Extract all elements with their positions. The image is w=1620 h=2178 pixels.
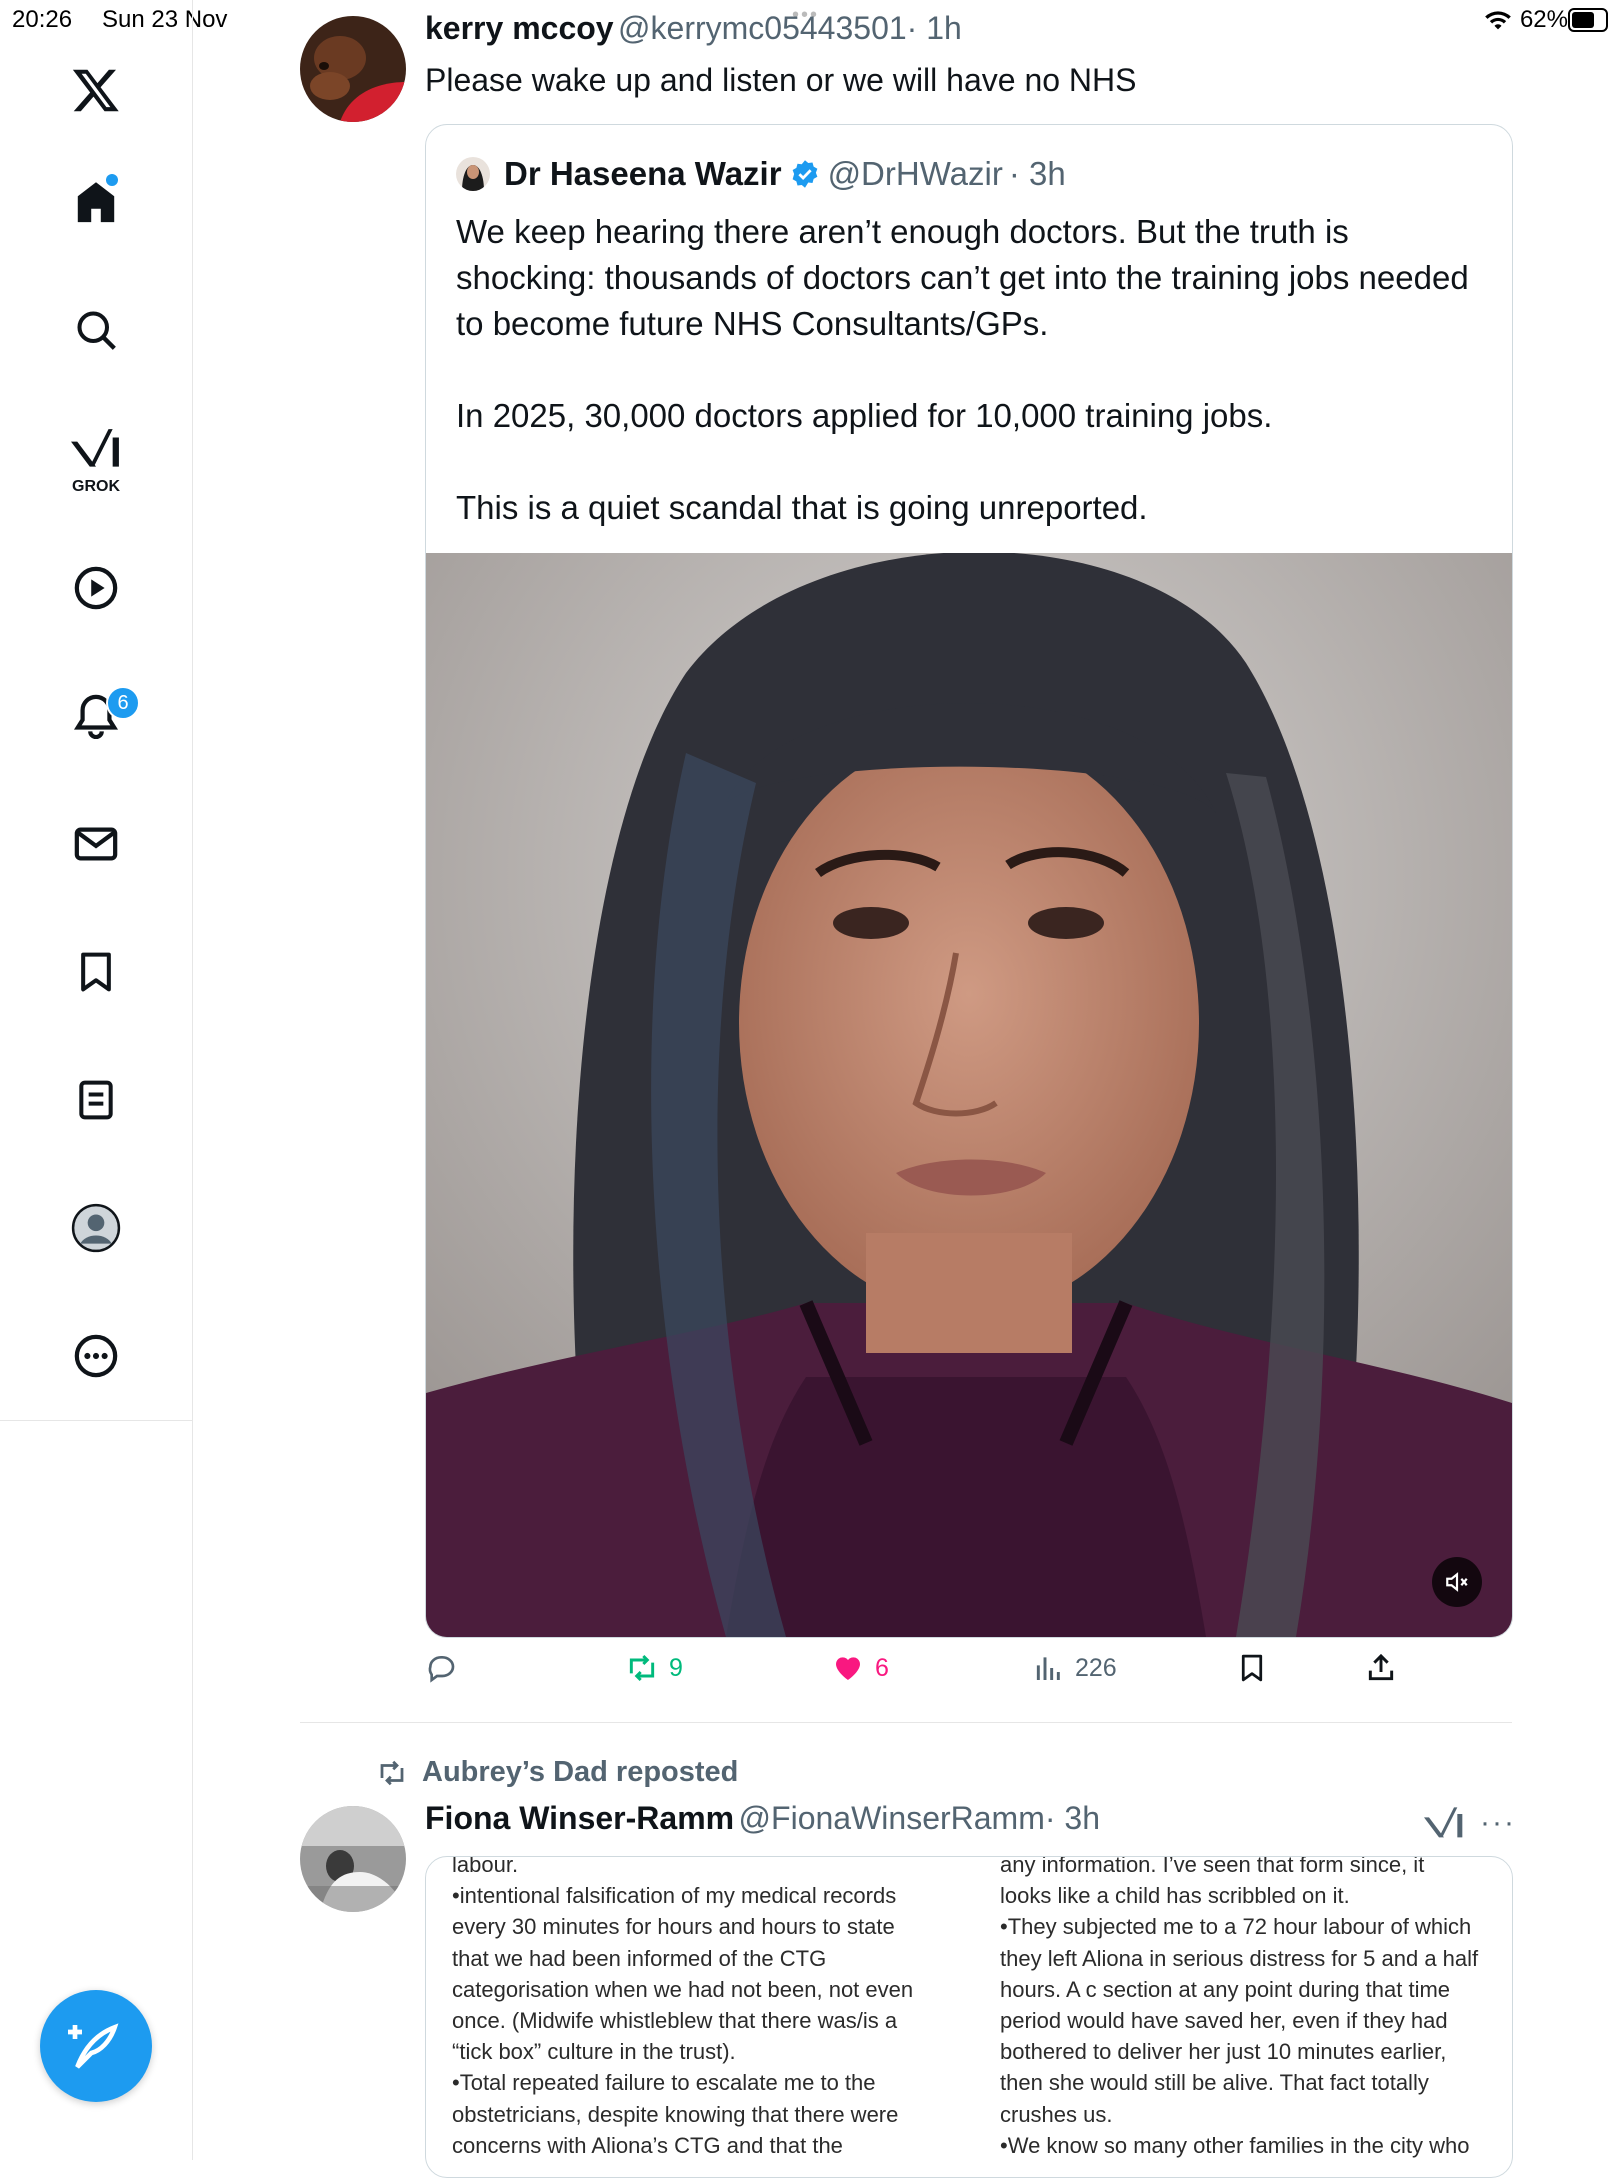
tweet-text: Please wake up and listen or we will hav… (425, 62, 1137, 98)
battery-icon (1568, 8, 1608, 32)
more-options-icon[interactable]: ··· (1480, 1806, 1516, 1840)
bookmarks-icon[interactable] (66, 942, 126, 1002)
tweet-actions: 9 6 226 (425, 1652, 1425, 1696)
lists-icon[interactable] (66, 1070, 126, 1130)
profile-avatar-icon[interactable] (66, 1198, 126, 1258)
battery-percent: 62% (1519, 6, 1568, 33)
search-icon[interactable] (66, 300, 126, 360)
quote-text: We keep hearing there aren’t enough doct… (456, 213, 1469, 526)
author-name[interactable]: kerry mccoy (425, 10, 614, 46)
tweet-time[interactable]: · 1h (907, 10, 962, 46)
document-right-column: any information. I’ve seen that form sin… (1000, 1856, 1479, 2158)
tweet-header: kerry mccoy @kerrymc05443501· 1h (425, 10, 962, 47)
repost-small-icon (380, 1760, 404, 1785)
author-handle[interactable]: @kerrymc05443501 (618, 10, 907, 46)
views-button[interactable]: 226 (1033, 1652, 1117, 1684)
messages-icon[interactable] (66, 814, 126, 874)
x-logo-icon[interactable] (66, 60, 126, 120)
quote-header: Dr Haseena Wazir @DrHWazir · 3h (456, 155, 1066, 193)
fiona-avatar[interactable] (300, 1806, 406, 1912)
views-count: 226 (1075, 1653, 1117, 1682)
bookmark-button[interactable] (1237, 1652, 1267, 1684)
document-left-column: labour. •intentional falsification of my… (452, 1856, 914, 2158)
grok-label: GROK (72, 478, 120, 495)
speaker-muted-icon (1446, 1572, 1468, 1592)
compose-icon (68, 2023, 119, 2069)
quoted-tweet[interactable]: Dr Haseena Wazir @DrHWazir · 3h We keep h… (425, 124, 1513, 1638)
reply-icon (428, 1656, 455, 1683)
notifications-badge: 6 (106, 686, 140, 720)
bookmark-icon (1241, 1654, 1263, 1682)
repost-context[interactable]: Aubrey’s Dad reposted (376, 1756, 738, 1789)
next-tweet-time[interactable]: · 3h (1045, 1800, 1100, 1836)
next-tweet-header: Fiona Winser-Ramm @FionaWinserRamm· 3h (425, 1800, 1100, 1837)
sidebar: GROK 6 (0, 0, 193, 2160)
like-count: 6 (875, 1653, 889, 1682)
heart-icon (836, 1657, 860, 1680)
next-tweet-image[interactable]: labour. •intentional falsification of my… (425, 1856, 1513, 2178)
views-chart-icon (1036, 1657, 1060, 1680)
share-icon (1368, 1653, 1394, 1681)
repost-label: Aubrey’s Dad reposted (422, 1756, 739, 1788)
tweet-divider (300, 1722, 1512, 1723)
sidebar-divider (0, 1420, 192, 1421)
video-player[interactable] (426, 553, 1512, 1637)
quote-author-name[interactable]: Dr Haseena Wazir (504, 155, 782, 193)
repost-count: 9 (669, 1653, 683, 1682)
grok-icon[interactable] (66, 420, 126, 480)
video-icon[interactable] (66, 558, 126, 618)
quote-author-avatar[interactable] (456, 157, 490, 191)
repost-icon (629, 1654, 655, 1682)
next-author-handle[interactable]: @FionaWinserRamm (739, 1800, 1045, 1836)
wifi-icon (1485, 11, 1511, 30)
author-avatar[interactable] (300, 16, 406, 122)
home-unread-dot (106, 174, 118, 186)
verified-badge-icon (792, 160, 817, 188)
status-right: 62% (1484, 6, 1568, 34)
like-button[interactable]: 6 (831, 1652, 889, 1684)
share-button[interactable] (1365, 1652, 1397, 1684)
more-icon[interactable] (66, 1326, 126, 1386)
reply-button[interactable] (425, 1652, 467, 1684)
grok-analyze-icon[interactable] (1424, 1804, 1464, 1849)
next-author-name[interactable]: Fiona Winser-Ramm (425, 1800, 734, 1836)
compose-button[interactable] (40, 1990, 152, 2102)
quote-time[interactable]: · 3h (1009, 155, 1066, 193)
mute-button[interactable] (1432, 1557, 1482, 1607)
repost-button[interactable]: 9 (625, 1652, 683, 1684)
video-frame (426, 553, 1512, 1637)
quote-author-handle[interactable]: @DrHWazir (828, 155, 1003, 193)
